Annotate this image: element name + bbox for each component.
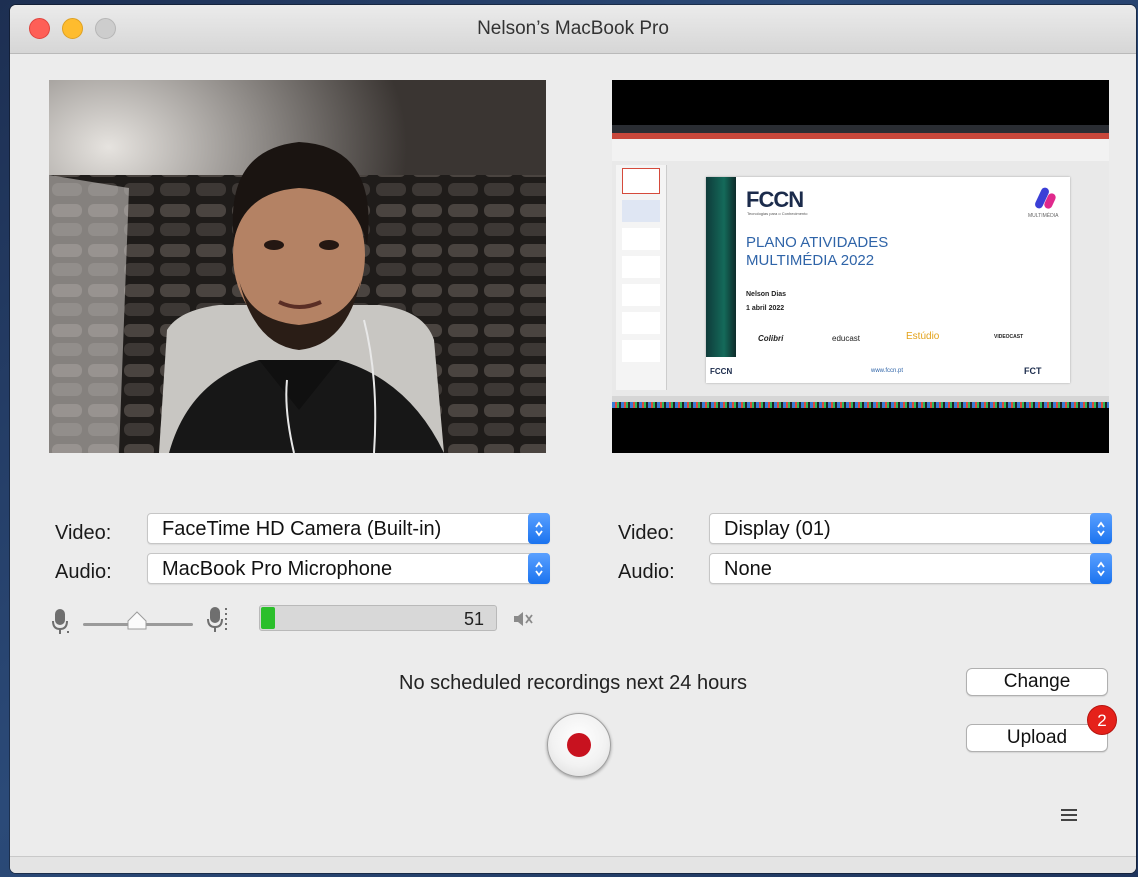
slide-service-colibri: Colibri — [758, 334, 784, 343]
updown-arrows-icon — [528, 553, 550, 584]
slide-brand: MULTIMÉDIA — [1028, 213, 1059, 219]
audio-level-fill — [261, 607, 275, 629]
menu-icon[interactable] — [1061, 808, 1077, 827]
app-window: Nelson’s MacBook Pro FCCN Tecnologias pa… — [10, 5, 1136, 873]
slide-service-estudio: Estúdio — [906, 331, 940, 342]
mic-high-icon — [206, 605, 230, 642]
audio-level-meter: 51 — [259, 605, 497, 631]
screen-audio-label: Audio: — [618, 561, 675, 583]
audio-level-value: 51 — [463, 609, 484, 629]
slide-footer-right: FCT — [1024, 366, 1042, 376]
window-bottom-bar — [10, 856, 1136, 873]
screen-video-label: Video: — [618, 522, 675, 544]
ppt-thumbnails — [616, 165, 667, 390]
camera-preview — [49, 80, 546, 453]
screen-video-select[interactable]: Display (01) — [709, 513, 1112, 544]
ppt-ribbon — [612, 133, 1109, 161]
camera-audio-value: MacBook Pro Microphone — [162, 558, 393, 580]
slide-service-educast: educast — [832, 334, 861, 343]
slide-tagline: Tecnologias para o Conhecimento — [747, 211, 808, 216]
window-title: Nelson’s MacBook Pro — [477, 18, 669, 39]
slide-service-videocast: VIDEOCAST — [994, 334, 1024, 340]
ppt-titlebar — [612, 125, 1109, 133]
slide: FCCN Tecnologias para o Conhecimento MUL… — [706, 177, 1070, 383]
camera-audio-label: Audio: — [55, 561, 112, 583]
title-bar[interactable]: Nelson’s MacBook Pro — [10, 5, 1136, 54]
multimedia-logo — [1033, 186, 1058, 210]
slide-title-1: PLANO ATIVIDADES — [746, 234, 889, 251]
upload-button[interactable]: Upload — [966, 724, 1108, 752]
updown-arrows-icon — [528, 513, 550, 544]
slide-network-graphic — [706, 177, 736, 357]
screen-audio-select[interactable]: None — [709, 553, 1112, 584]
screen-video-value: Display (01) — [724, 518, 831, 540]
change-button[interactable]: Change — [966, 668, 1108, 696]
record-icon — [567, 733, 591, 757]
screen-audio-value: None — [724, 558, 772, 580]
mute-speaker-icon[interactable] — [512, 609, 534, 634]
camera-audio-select[interactable]: MacBook Pro Microphone — [147, 553, 550, 584]
powerpoint-window: FCCN Tecnologias para o Conhecimento MUL… — [612, 125, 1109, 408]
camera-image — [49, 80, 546, 453]
dock — [612, 402, 1109, 408]
camera-video-value: FaceTime HD Camera (Built-in) — [162, 518, 442, 540]
record-button[interactable] — [547, 713, 611, 777]
slide-title-2: MULTIMÉDIA 2022 — [746, 252, 875, 269]
screen-preview: FCCN Tecnologias para o Conhecimento MUL… — [612, 80, 1109, 453]
slide-footer-url: www.fccn.pt — [871, 368, 904, 374]
updown-arrows-icon — [1090, 553, 1112, 584]
mic-low-icon — [51, 607, 71, 642]
updown-arrows-icon — [1090, 513, 1112, 544]
camera-video-select[interactable]: FaceTime HD Camera (Built-in) — [147, 513, 550, 544]
slide-author: Nelson Dias — [746, 291, 787, 298]
upload-count-badge: 2 — [1087, 705, 1117, 735]
slide-logo: FCCN — [746, 187, 804, 212]
slide-footer-left: FCCN — [710, 367, 733, 376]
camera-video-label: Video: — [55, 522, 112, 544]
input-volume-slider-thumb[interactable] — [126, 611, 148, 631]
slide-date: 1 abril 2022 — [746, 305, 785, 312]
